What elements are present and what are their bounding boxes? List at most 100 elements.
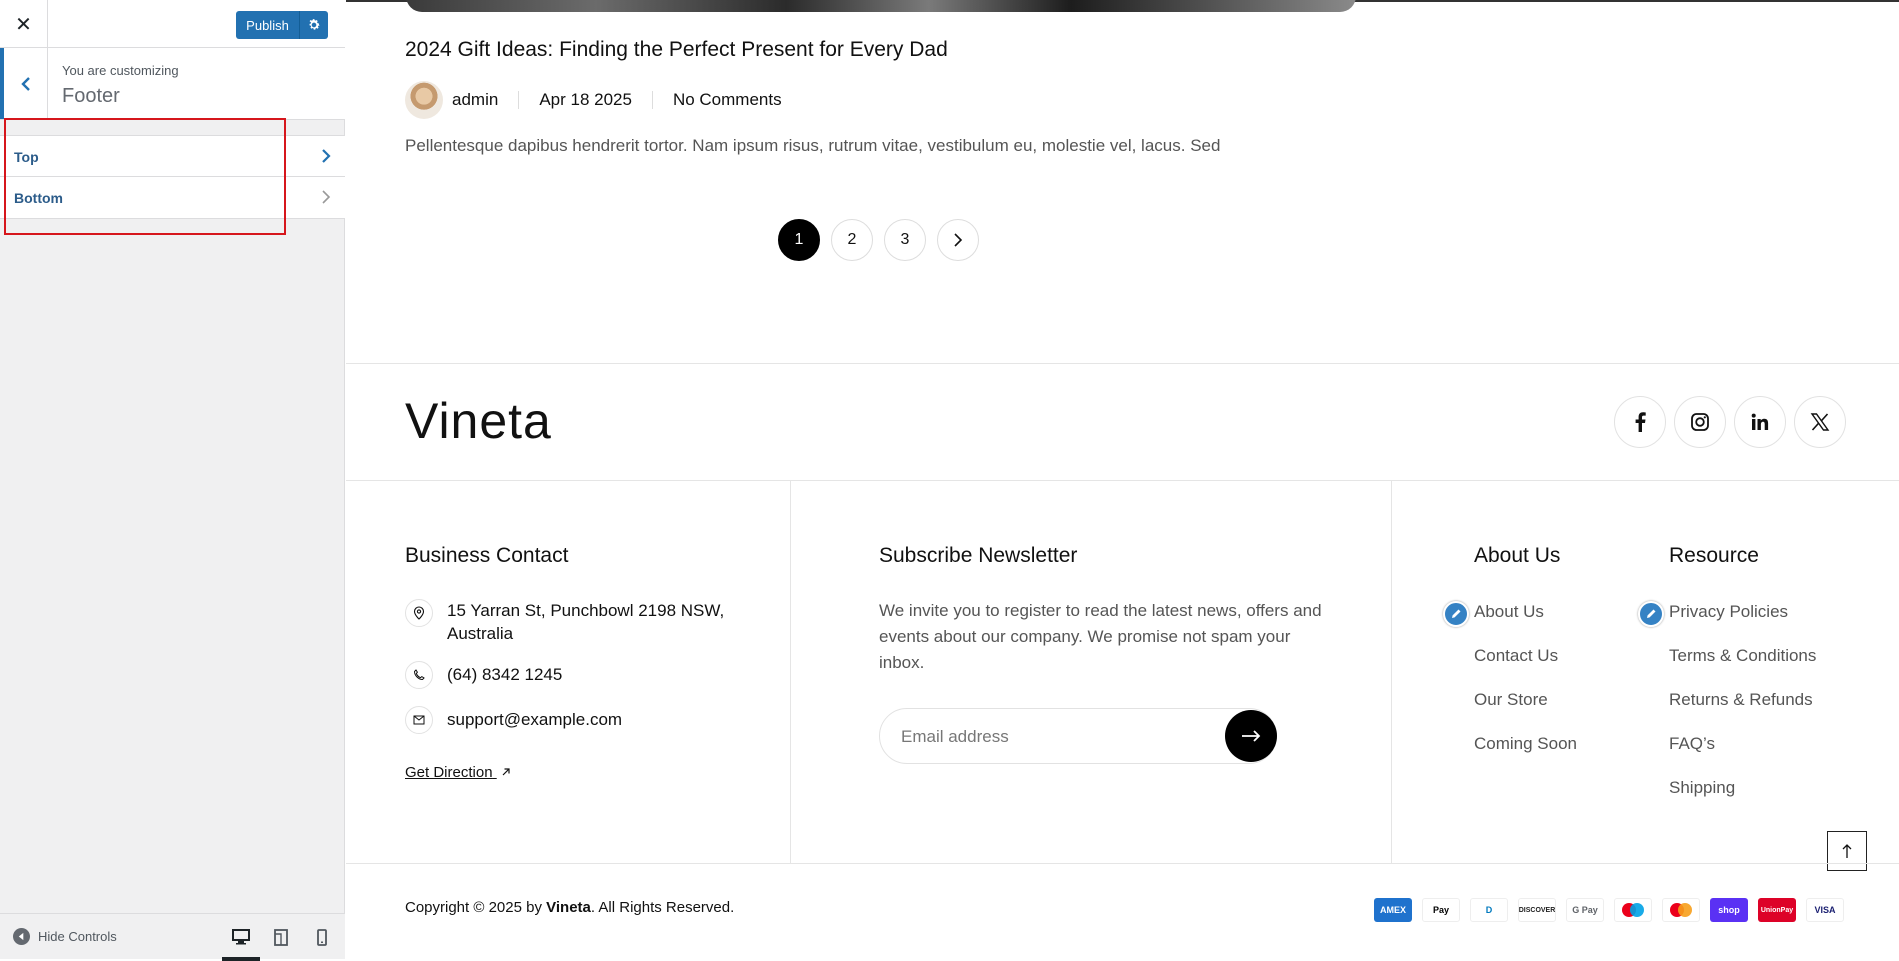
linkedin-icon [1751, 413, 1769, 430]
pagination: 1 2 3 [778, 219, 979, 261]
preview-tablet-button[interactable] [266, 924, 296, 950]
next-page-button[interactable] [937, 219, 979, 261]
meta-separator [651, 91, 653, 109]
footer-divider [346, 863, 1899, 864]
email-input[interactable] [899, 709, 1203, 765]
footer-link-privacy-policies[interactable]: Privacy Policies [1669, 602, 1788, 622]
post-author[interactable]: admin [452, 90, 498, 110]
close-customizer-button[interactable]: ✕ [0, 0, 48, 48]
footer-link-our-store[interactable]: Our Store [1474, 690, 1548, 710]
copyright-suffix: . All Rights Reserved. [590, 899, 735, 916]
pencil-icon [1452, 609, 1461, 618]
back-button[interactable] [0, 48, 48, 119]
footer-link-faqs[interactable]: FAQ’s [1669, 734, 1715, 754]
phone-icon [405, 661, 433, 689]
column-divider [790, 481, 791, 863]
x-icon [1810, 413, 1830, 431]
page-2-button[interactable]: 2 [831, 219, 873, 261]
chevron-right-icon [322, 190, 331, 204]
maestro-icon [1614, 898, 1652, 922]
footer-divider [346, 363, 1899, 364]
chevron-right-icon [954, 233, 963, 247]
email-text[interactable]: support@example.com [447, 710, 622, 730]
panel-item-label: Bottom [14, 190, 63, 206]
panel-item-bottom[interactable]: Bottom [0, 177, 345, 219]
publish-settings-button[interactable] [300, 11, 328, 39]
footer-link-terms-conditions[interactable]: Terms & Conditions [1669, 646, 1816, 666]
publish-group: Publish [236, 11, 328, 39]
subscribe-button[interactable] [1225, 710, 1277, 762]
column-divider [1391, 481, 1392, 863]
post-date: Apr 18 2025 [539, 90, 632, 109]
mail-icon [405, 706, 433, 734]
edit-shortcut-button[interactable] [1443, 601, 1469, 627]
collapse-icon [13, 928, 30, 945]
get-direction-link[interactable]: Get Direction [405, 764, 511, 781]
instagram-link[interactable] [1674, 396, 1726, 448]
linkedin-link[interactable] [1734, 396, 1786, 448]
footer-link-returns-refunds[interactable]: Returns & Refunds [1669, 690, 1813, 710]
page-1-button[interactable]: 1 [778, 219, 820, 261]
arrow-up-right-icon [502, 768, 510, 776]
address-text: 15 Yarran St, Punchbowl 2198 NSW, Austra… [447, 601, 725, 643]
desktop-icon [232, 929, 250, 945]
discover-icon: DISCOVER [1518, 898, 1556, 922]
hide-controls-label: Hide Controls [38, 929, 117, 944]
site-preview: 2024 Gift Ideas: Finding the Perfect Pre… [346, 0, 1899, 959]
tablet-icon [274, 928, 288, 946]
publish-button[interactable]: Publish [236, 11, 300, 39]
customizer-footer: Hide Controls [0, 913, 345, 961]
arrow-up-icon [1842, 844, 1852, 858]
close-icon: ✕ [15, 13, 32, 36]
map-pin-icon [405, 599, 433, 627]
mobile-icon [317, 928, 327, 946]
footer-link-contact-us[interactable]: Contact Us [1474, 646, 1558, 666]
resource-heading: Resource [1669, 544, 1759, 567]
panel-item-label: Top [14, 149, 39, 165]
amex-icon: AMEX [1374, 898, 1412, 922]
google-pay-icon: G Pay [1566, 898, 1604, 922]
footer-divider [346, 480, 1899, 481]
meta-separator [518, 91, 520, 109]
contact-address: 15 Yarran St, Punchbowl 2198 NSW, Austra… [405, 599, 735, 645]
preview-mobile-button[interactable] [307, 924, 337, 950]
panel-item-top[interactable]: Top [0, 135, 345, 177]
newsletter-text: We invite you to register to read the la… [879, 601, 1322, 672]
newsletter-heading: Subscribe Newsletter [879, 544, 1078, 567]
copyright-prefix: Copyright © 2025 by [405, 899, 542, 916]
contact-email: support@example.com [405, 706, 622, 734]
x-link[interactable] [1794, 396, 1846, 448]
arrow-right-icon [1242, 730, 1261, 742]
about-us-heading: About Us [1474, 544, 1561, 567]
footer-logo[interactable]: Vineta [405, 392, 552, 450]
payment-methods: AMEX Pay D DISCOVER G Pay shop UnionPay VISA [1374, 898, 1844, 922]
chevron-left-icon [20, 76, 30, 91]
unionpay-icon: UnionPay [1758, 898, 1796, 922]
phone-text[interactable]: (64) 8342 1245 [447, 665, 562, 685]
post-title[interactable]: 2024 Gift Ideas: Finding the Perfect Pre… [405, 38, 948, 62]
scroll-to-top-button[interactable] [1827, 831, 1867, 871]
copyright-brand[interactable]: Vineta [546, 899, 591, 916]
facebook-link[interactable] [1614, 396, 1666, 448]
mastercard-icon [1662, 898, 1700, 922]
hide-controls-button[interactable]: Hide Controls [13, 928, 117, 945]
preview-desktop-button[interactable] [222, 924, 260, 961]
post-meta: admin Apr 18 2025 No Comments [405, 81, 782, 119]
post-comments[interactable]: No Comments [673, 90, 782, 110]
business-contact-heading: Business Contact [405, 544, 569, 567]
avatar [405, 81, 443, 119]
customizer-header: ✕ Publish [0, 0, 345, 48]
instagram-icon [1691, 413, 1709, 431]
footer-link-shipping[interactable]: Shipping [1669, 778, 1735, 798]
footer-link-coming-soon[interactable]: Coming Soon [1474, 734, 1577, 754]
social-links [1614, 396, 1846, 448]
page-3-button[interactable]: 3 [884, 219, 926, 261]
footer-link-about-us[interactable]: About Us [1474, 602, 1544, 622]
section-title: Footer [62, 85, 120, 107]
gear-icon [309, 19, 320, 30]
post-featured-image[interactable] [406, 0, 1356, 12]
post-excerpt: Pellentesque dapibus hendrerit tortor. N… [405, 136, 1221, 155]
edit-shortcut-button[interactable] [1638, 601, 1664, 627]
pencil-icon [1647, 609, 1656, 618]
section-info: You are customizing Footer [0, 48, 345, 120]
